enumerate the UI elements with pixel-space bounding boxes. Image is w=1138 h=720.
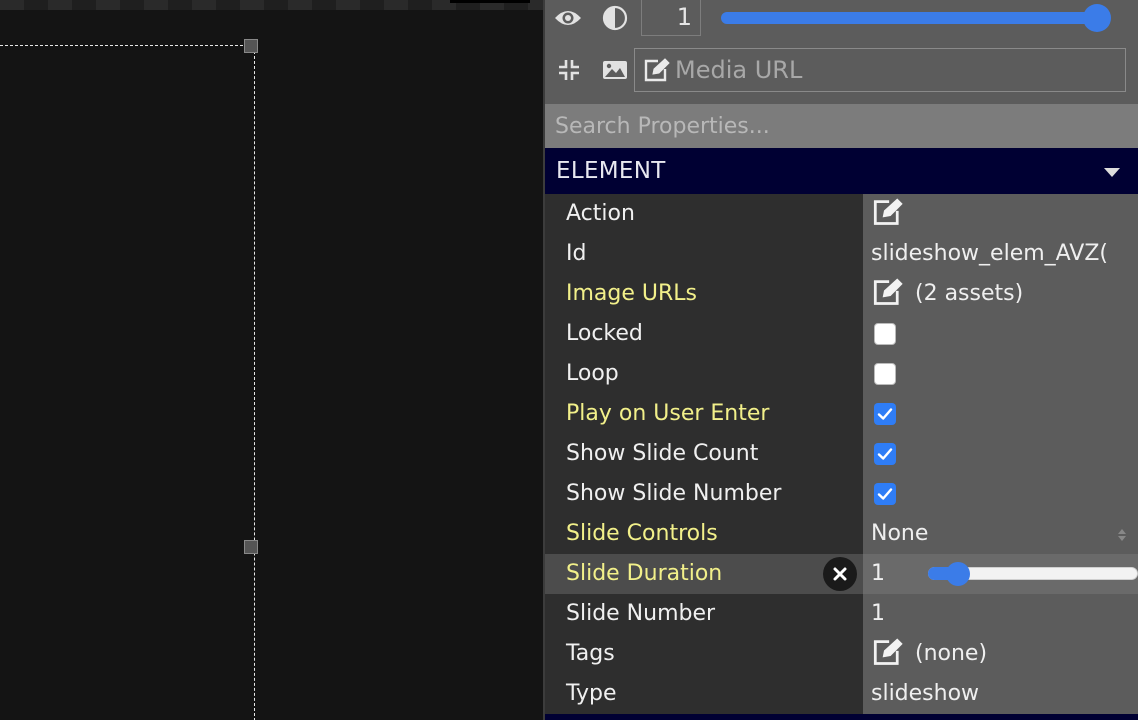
select-slide-controls[interactable]: None bbox=[863, 514, 1138, 554]
checkbox-play-on-user-enter[interactable] bbox=[874, 403, 896, 425]
opacity-slider-track bbox=[721, 12, 1097, 24]
search-properties-input[interactable]: Search Properties... bbox=[545, 104, 1138, 148]
property-row-type: Type slideshow bbox=[545, 674, 1138, 714]
property-label-action: Action bbox=[545, 194, 863, 234]
edit-icon[interactable] bbox=[871, 637, 905, 667]
toolbar-row-1: 1 bbox=[545, 0, 1138, 44]
property-row-show-slide-count: Show Slide Count bbox=[545, 434, 1138, 474]
opacity-slider[interactable] bbox=[721, 4, 1111, 32]
property-value-locked bbox=[863, 314, 1138, 354]
property-row-loop: Loop bbox=[545, 354, 1138, 394]
property-row-slide-duration: Slide Duration 1 bbox=[545, 554, 1138, 594]
property-row-slide-number: Slide Number 1 bbox=[545, 594, 1138, 634]
property-value-text-tags: (none) bbox=[915, 641, 988, 666]
property-label-loop: Loop bbox=[545, 354, 863, 394]
media-url-input[interactable]: Media URL bbox=[634, 48, 1126, 92]
selection-border-top bbox=[0, 45, 253, 46]
property-label-image-urls: Image URLs bbox=[545, 274, 863, 314]
checkbox-loop[interactable] bbox=[874, 363, 896, 385]
property-value-show-slide-number bbox=[863, 474, 1138, 514]
edit-icon bbox=[641, 56, 673, 84]
select-arrows-icon bbox=[1118, 529, 1126, 541]
property-label-slide-duration: Slide Duration bbox=[545, 554, 863, 594]
section-header-element[interactable]: ELEMENT bbox=[545, 148, 1138, 194]
properties-panel: 1 Media URL Search Properties... ELEMENT… bbox=[543, 0, 1138, 720]
layer-counter[interactable]: 1 bbox=[641, 0, 701, 36]
resize-handle-middle-right[interactable] bbox=[244, 540, 258, 554]
image-icon[interactable] bbox=[600, 56, 630, 84]
chevron-down-icon[interactable] bbox=[1104, 168, 1120, 177]
property-value-loop bbox=[863, 354, 1138, 394]
toolbar-row-2: Media URL bbox=[545, 44, 1138, 102]
property-label-show-slide-number: Show Slide Number bbox=[545, 474, 863, 514]
edit-icon[interactable] bbox=[871, 277, 905, 307]
media-url-placeholder: Media URL bbox=[675, 56, 803, 84]
property-label-locked: Locked bbox=[545, 314, 863, 354]
property-label-play-on-user-enter: Play on User Enter bbox=[545, 394, 863, 434]
opacity-icon[interactable] bbox=[600, 4, 630, 32]
property-value-type[interactable]: slideshow bbox=[863, 674, 1138, 714]
property-value-image-urls[interactable]: (2 assets) bbox=[863, 274, 1138, 314]
property-row-id: Id slideshow_elem_AVZ( bbox=[545, 234, 1138, 274]
property-row-slide-controls: Slide Controls None bbox=[545, 514, 1138, 554]
property-label-show-slide-count: Show Slide Count bbox=[545, 434, 863, 474]
opacity-slider-thumb[interactable] bbox=[1083, 4, 1111, 32]
property-label-tags: Tags bbox=[545, 634, 863, 674]
property-row-show-slide-number: Show Slide Number bbox=[545, 474, 1138, 514]
edit-icon[interactable] bbox=[871, 197, 905, 227]
property-row-image-urls: Image URLs (2 assets) bbox=[545, 274, 1138, 314]
property-value-show-slide-count bbox=[863, 434, 1138, 474]
selection-border-right bbox=[254, 46, 255, 720]
property-value-tags[interactable]: (none) bbox=[863, 634, 1138, 674]
checkbox-locked[interactable] bbox=[874, 323, 896, 345]
select-value-slide-controls: None bbox=[871, 521, 929, 546]
collapse-icon[interactable] bbox=[555, 56, 583, 84]
property-row-locked: Locked bbox=[545, 314, 1138, 354]
property-label-id: Id bbox=[545, 234, 863, 274]
property-value-play-on-user-enter bbox=[863, 394, 1138, 434]
section-title: ELEMENT bbox=[556, 158, 666, 184]
slide-duration-slider[interactable] bbox=[928, 562, 1138, 586]
property-value-text-image-urls: (2 assets) bbox=[915, 281, 1024, 306]
property-label-type: Type bbox=[545, 674, 863, 714]
clear-icon[interactable] bbox=[823, 557, 857, 591]
slider-value-slide-duration: 1 bbox=[871, 561, 885, 586]
editor-canvas[interactable] bbox=[0, 0, 543, 720]
property-label-slide-number: Slide Number bbox=[545, 594, 863, 634]
property-row-play-on-user-enter: Play on User Enter bbox=[545, 394, 1138, 434]
checkbox-show-slide-count[interactable] bbox=[874, 443, 896, 465]
property-value-action[interactable] bbox=[863, 194, 1138, 234]
canvas-top-strip-dark bbox=[450, 0, 530, 3]
search-placeholder: Search Properties... bbox=[555, 113, 770, 139]
eye-icon[interactable] bbox=[553, 4, 583, 32]
panel-bottom-bar bbox=[545, 714, 1138, 720]
properties-list: Action Id slideshow_elem_AVZ(Image URLs (2 … bbox=[545, 194, 1138, 714]
property-row-action: Action bbox=[545, 194, 1138, 234]
resize-handle-top-right[interactable] bbox=[244, 39, 258, 53]
property-value-id[interactable]: slideshow_elem_AVZ( bbox=[863, 234, 1138, 274]
property-row-tags: Tags (none) bbox=[545, 634, 1138, 674]
property-value-slide-number[interactable]: 1 bbox=[863, 594, 1138, 634]
checkbox-show-slide-number[interactable] bbox=[874, 483, 896, 505]
property-label-slide-controls: Slide Controls bbox=[545, 514, 863, 554]
slider-thumb[interactable] bbox=[946, 562, 970, 586]
